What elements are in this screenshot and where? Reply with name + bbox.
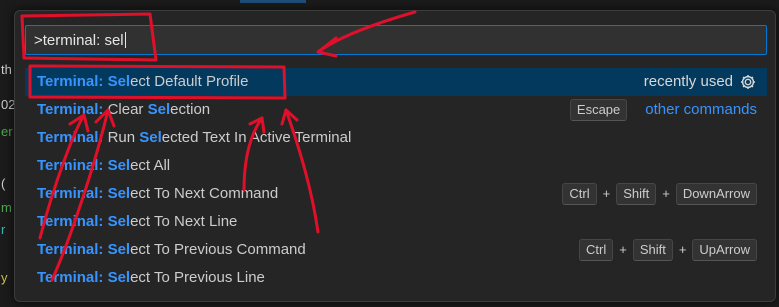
command-label-part: ect To Previous Command [130, 241, 306, 258]
keybinding-separator: + [678, 242, 687, 257]
command-label-part: ected Text In Active Terminal [161, 129, 352, 146]
keybinding-key: Shift [616, 183, 657, 205]
command-category: Terminal: [37, 213, 104, 230]
command-item-select-all[interactable]: Terminal: Select All [25, 152, 767, 180]
keybinding: Ctrl + Shift + UpArrow [579, 236, 757, 264]
background-text-fragment: ( [1, 176, 6, 191]
match-highlight: Sel [107, 269, 131, 286]
command-label-part: ect All [130, 157, 171, 174]
command-item-clear-selection[interactable]: Terminal: Clear Selection Escape other c… [25, 96, 767, 124]
command-category: Terminal: [37, 129, 104, 146]
command-item-select-to-next-line[interactable]: Terminal: Select To Next Line [25, 208, 767, 236]
command-label-part: Clear [103, 101, 148, 118]
background-text-fragment: r [1, 222, 6, 237]
keybinding-key: Ctrl [562, 183, 597, 205]
command-label-part: Run [103, 129, 140, 146]
command-palette: >terminal: sel Terminal: Select Default … [14, 10, 776, 302]
keybinding-key: UpArrow [692, 239, 757, 261]
command-item-run-selected-text[interactable]: Terminal: Run Selected Text In Active Te… [25, 124, 767, 152]
command-item-select-default-profile[interactable]: Terminal: Select Default Profile recentl… [25, 68, 767, 96]
keybinding-separator: + [602, 186, 611, 201]
match-highlight: Sel [107, 241, 131, 258]
tab-indicator [240, 0, 306, 3]
background-text-fragment: y [1, 270, 8, 285]
match-highlight: Sel [107, 213, 131, 230]
keybinding-separator: + [662, 186, 670, 201]
command-label-part: ect Default Profile [130, 73, 249, 90]
keybinding-key: Escape [569, 99, 628, 121]
keybinding-key: Shift [632, 239, 673, 261]
command-label-part: ect To Next Line [130, 213, 238, 230]
command-category: Terminal: [37, 269, 104, 286]
command-label-part: ect To Next Command [130, 185, 279, 202]
command-category: Terminal: [37, 101, 104, 118]
keybinding-separator: + [619, 242, 627, 257]
command-item-select-to-next-command[interactable]: Terminal: Select To Next Command Ctrl + … [25, 180, 767, 208]
command-label-part: ect To Previous Line [130, 269, 265, 286]
command-category: Terminal: [37, 185, 104, 202]
gear-icon[interactable] [739, 73, 757, 91]
keybinding-key: DownArrow [675, 183, 757, 205]
match-highlight: Sel [147, 101, 171, 118]
command-palette-input-value[interactable]: >terminal: sel [34, 32, 126, 49]
command-list: Terminal: Select Default Profile recentl… [25, 68, 767, 292]
text-caret [124, 32, 126, 48]
other-commands-link[interactable]: other commands [645, 96, 757, 124]
command-category: Terminal: [37, 241, 104, 258]
command-item-select-to-previous-line[interactable]: Terminal: Select To Previous Line [25, 264, 767, 292]
command-item-select-to-previous-command[interactable]: Terminal: Select To Previous Command Ctr… [25, 236, 767, 264]
match-highlight: Sel [107, 157, 131, 174]
background-text-fragment: er [1, 124, 13, 139]
command-palette-input[interactable]: >terminal: sel [25, 25, 767, 55]
match-highlight: Sel [107, 73, 131, 90]
match-highlight: Sel [139, 129, 162, 146]
command-category: Terminal: [37, 157, 104, 174]
background-text-fragment: th [1, 62, 12, 77]
keybinding-key: Ctrl [579, 239, 614, 261]
background-text-fragment: m [1, 200, 12, 215]
command-meta: Escape other commands [569, 96, 757, 124]
command-label-part: ection [170, 101, 211, 118]
command-category: Terminal: [37, 73, 104, 90]
command-meta: recently used [644, 68, 757, 96]
keybinding: Ctrl + Shift + DownArrow [562, 180, 757, 208]
match-highlight: Sel [107, 185, 131, 202]
recently-used-label: recently used [643, 73, 733, 90]
